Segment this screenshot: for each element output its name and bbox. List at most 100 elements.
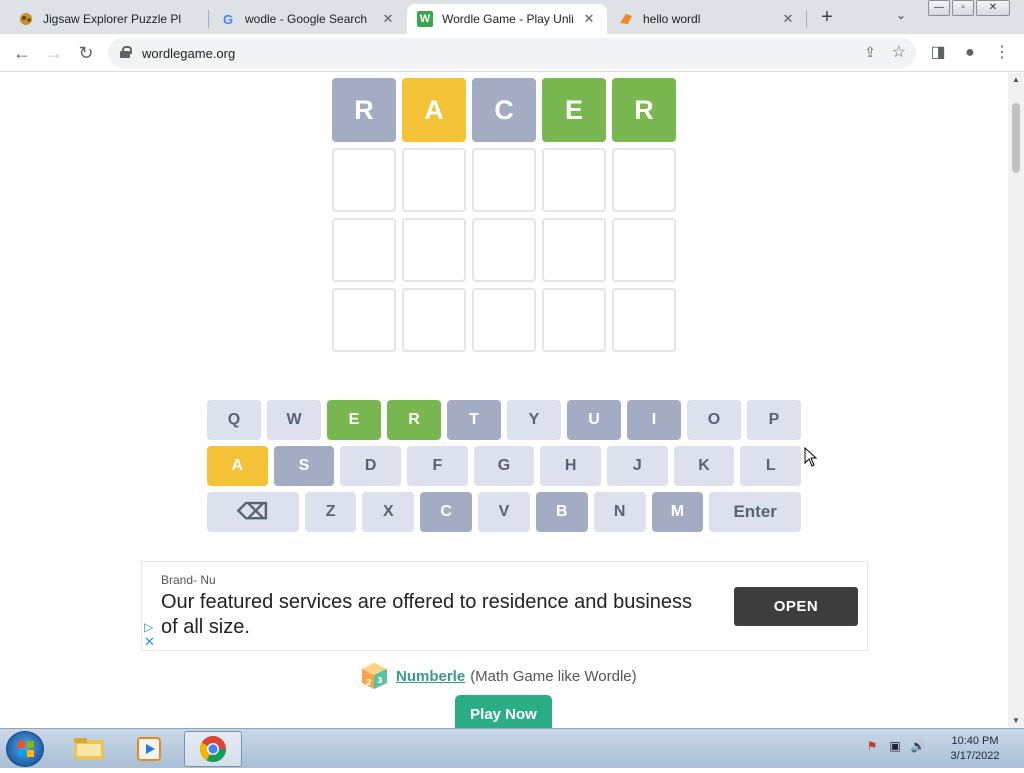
board-tile: R <box>332 78 396 142</box>
tab-strip: Jigsaw Explorer Puzzle Pl G wodle - Goog… <box>0 0 1024 34</box>
ad-headline[interactable]: Our featured services are offered to res… <box>161 590 701 640</box>
lock-icon[interactable] <box>120 46 132 58</box>
keyboard-row: QWERTYUIOP <box>207 400 801 440</box>
menu-kebab-icon[interactable]: ⋮ <box>990 41 1014 65</box>
key-n[interactable]: N <box>593 492 646 532</box>
close-tab-icon[interactable]: ✕ <box>380 11 396 27</box>
svg-text:3: 3 <box>377 676 383 685</box>
file-explorer-icon[interactable] <box>60 731 118 767</box>
numberle-promo: 2 3 Numberle (Math Game like Wordle) <box>360 661 637 691</box>
board-tile <box>612 148 676 212</box>
key-l[interactable]: L <box>740 446 802 486</box>
action-center-flag-icon[interactable]: ⚑ <box>864 739 880 755</box>
key-z[interactable]: Z <box>304 492 357 532</box>
board-tile <box>472 148 536 212</box>
key-x[interactable]: X <box>362 492 415 532</box>
board-row <box>332 288 682 352</box>
url-text[interactable]: wordlegame.org <box>142 46 235 61</box>
new-tab-button[interactable]: + <box>816 6 838 28</box>
maximize-button[interactable]: ▫ <box>952 0 974 16</box>
page-content: RACER Q W E R T Y U I O P A S D F G H J K L ⌫ Z X C V B N M Enter B… <box>0 73 1008 728</box>
close-tab-icon[interactable]: ✕ <box>581 11 597 27</box>
reload-button[interactable]: ↻ <box>74 41 98 65</box>
close-tab-icon[interactable]: ✕ <box>780 11 796 27</box>
bookmark-star-icon[interactable]: ☆ <box>892 42 906 62</box>
ad-close-icon[interactable]: ✕ <box>144 634 155 650</box>
advertisement-banner[interactable]: Brand- Nu Our featured services are offe… <box>141 561 868 651</box>
key-s[interactable]: S <box>273 446 335 486</box>
volume-icon[interactable]: 🔊 <box>910 739 926 755</box>
key-r[interactable]: R <box>387 400 441 440</box>
board-tile <box>472 218 536 282</box>
key-y[interactable]: Y <box>507 400 561 440</box>
start-button[interactable] <box>6 731 44 767</box>
key-g[interactable]: G <box>473 446 535 486</box>
key-v[interactable]: V <box>478 492 530 532</box>
wordle-icon: W <box>417 11 433 27</box>
adchoices-icon[interactable]: ▷ <box>144 620 153 634</box>
key-m[interactable]: M <box>651 492 704 532</box>
board-tile <box>332 148 396 212</box>
system-clock[interactable]: 10:40 PM 3/17/2022 <box>940 734 1010 764</box>
board-tile <box>542 218 606 282</box>
back-button[interactable]: ← <box>10 41 34 65</box>
numberle-link[interactable]: Numberle <box>396 668 465 685</box>
clock-time: 10:40 PM <box>951 735 999 747</box>
key-w[interactable]: W <box>267 400 321 440</box>
tab-separator <box>806 10 807 28</box>
tab-google-search[interactable]: G wodle - Google Search ✕ <box>210 4 406 34</box>
board-row <box>332 218 682 282</box>
key-a[interactable]: A <box>207 446 268 486</box>
on-screen-keyboard: Q W E R T Y U I O P A S D F G H J K L ⌫ Z X C V B N M Enter <box>207 400 802 538</box>
network-icon[interactable]: ▣ <box>887 739 903 755</box>
key-e[interactable]: E <box>327 400 381 440</box>
media-player-icon[interactable] <box>120 731 178 767</box>
key-c[interactable]: C <box>420 492 473 532</box>
scroll-down-arrow-icon[interactable]: ▼ <box>1008 714 1024 728</box>
board-tile <box>332 218 396 282</box>
board-tile <box>542 148 606 212</box>
board-tile <box>542 288 606 352</box>
mouse-cursor-icon <box>804 446 818 472</box>
backspace-key-icon[interactable]: ⌫ <box>207 492 299 532</box>
key-u[interactable]: U <box>567 400 621 440</box>
tab-search-button[interactable]: ⌄ <box>896 8 906 22</box>
tab-wordle-game[interactable]: W Wordle Game - Play Unli ✕ <box>407 4 607 34</box>
board-tile <box>402 148 466 212</box>
tab-jigsaw-explorer[interactable]: Jigsaw Explorer Puzzle Pl <box>8 4 208 34</box>
key-j[interactable]: J <box>607 446 668 486</box>
numberle-description: (Math Game like Wordle) <box>470 667 637 685</box>
key-p[interactable]: P <box>747 400 801 440</box>
side-panel-icon[interactable]: ◨ <box>926 41 950 65</box>
windows-taskbar: ⚑ ▣ 🔊 10:40 PM 3/17/2022 <box>0 728 1024 768</box>
board-tile: C <box>472 78 536 142</box>
key-d[interactable]: D <box>340 446 402 486</box>
tab-separator <box>208 10 209 28</box>
key-h[interactable]: H <box>540 446 602 486</box>
system-tray: ⚑ ▣ 🔊 <box>864 739 933 755</box>
ad-brand: Brand- Nu <box>161 573 216 587</box>
key-i[interactable]: I <box>627 400 681 440</box>
address-bar[interactable]: wordlegame.org ⇪ ☆ <box>108 38 916 68</box>
key-k[interactable]: K <box>673 446 735 486</box>
close-window-button[interactable]: ✕ <box>976 0 1010 16</box>
key-b[interactable]: B <box>535 492 588 532</box>
forward-button[interactable]: → <box>42 41 66 65</box>
ad-open-button[interactable]: OPEN <box>734 587 858 626</box>
share-icon[interactable]: ⇪ <box>864 44 876 61</box>
hello-wordl-icon <box>618 11 634 27</box>
chrome-icon[interactable] <box>184 731 242 767</box>
play-now-button[interactable]: Play Now <box>455 695 552 728</box>
minimize-button[interactable]: — <box>928 0 950 16</box>
tab-hello-wordl[interactable]: hello wordl ✕ <box>608 4 806 34</box>
key-t[interactable]: T <box>447 400 501 440</box>
keyboard-row: ASDFGHJKL <box>207 446 802 486</box>
scroll-up-arrow-icon[interactable]: ▲ <box>1008 73 1024 87</box>
enter-key[interactable]: Enter <box>709 492 802 532</box>
key-o[interactable]: O <box>687 400 741 440</box>
key-q[interactable]: Q <box>207 400 261 440</box>
scrollbar-thumb[interactable] <box>1012 103 1020 173</box>
profile-icon[interactable]: ● <box>958 41 982 65</box>
key-f[interactable]: F <box>407 446 468 486</box>
page-scrollbar[interactable]: ▲ ▼ <box>1008 73 1024 728</box>
